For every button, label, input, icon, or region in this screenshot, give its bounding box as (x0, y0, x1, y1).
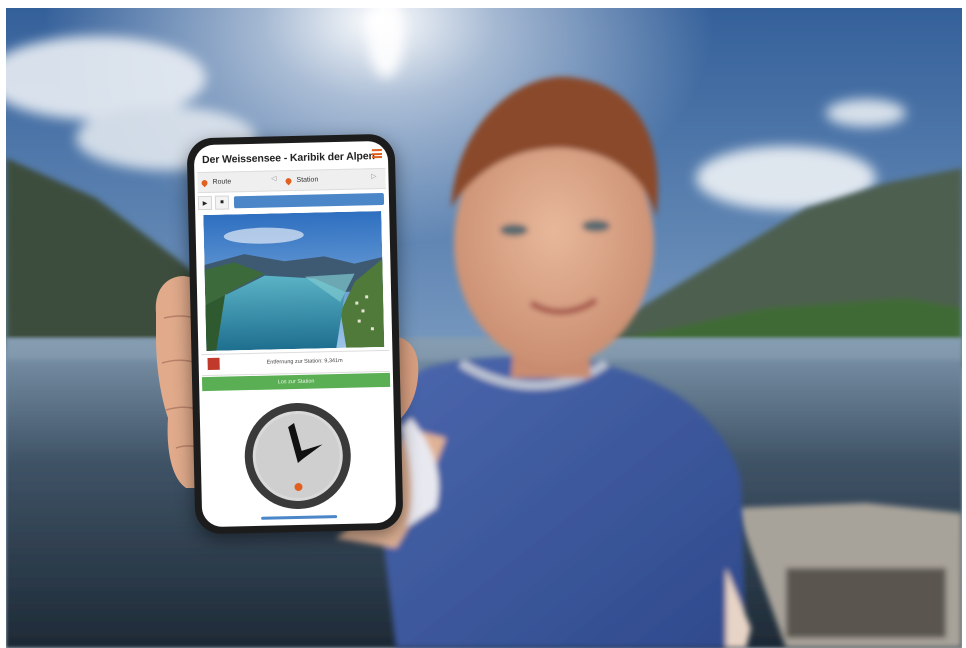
tab-bar: Route ◁ Station ▷ (197, 167, 386, 194)
tab-station-label: Station (296, 176, 319, 184)
app-title: Der Weissensee - Karibik der Alpen (201, 150, 375, 167)
map-pin-icon (200, 178, 209, 187)
smartphone: Der Weissensee - Karibik der Alpen Route… (186, 133, 404, 535)
distance-text: Entfernung zur Station: 9,341m (266, 357, 343, 366)
audio-progress-bar[interactable] (233, 192, 385, 209)
tab-route-label: Route (212, 178, 232, 186)
lake-photo (203, 211, 385, 352)
tab-route[interactable]: Route ◁ (200, 171, 279, 192)
tab-station[interactable]: Station ▷ (284, 169, 379, 190)
stop-icon[interactable]: ■ (214, 195, 230, 210)
distance-row: Entfernung zur Station: 9,341m (201, 349, 390, 377)
chevron-left-icon: ◁ (271, 175, 277, 183)
compass-icon (242, 400, 354, 512)
navigate-button[interactable]: Los zur Station (201, 372, 391, 392)
home-indicator (261, 515, 338, 520)
chevron-right-icon: ▷ (370, 173, 377, 181)
hamburger-menu-icon[interactable] (371, 148, 383, 159)
phone-screen: Der Weissensee - Karibik der Alpen Route… (193, 140, 397, 528)
play-icon[interactable]: ▶ (197, 195, 213, 211)
audio-player: ▶ ■ (197, 191, 386, 211)
background-photo: Der Weissensee - Karibik der Alpen Route… (6, 8, 962, 648)
station-stop-button[interactable] (207, 357, 220, 370)
map-pin-icon (284, 176, 293, 185)
